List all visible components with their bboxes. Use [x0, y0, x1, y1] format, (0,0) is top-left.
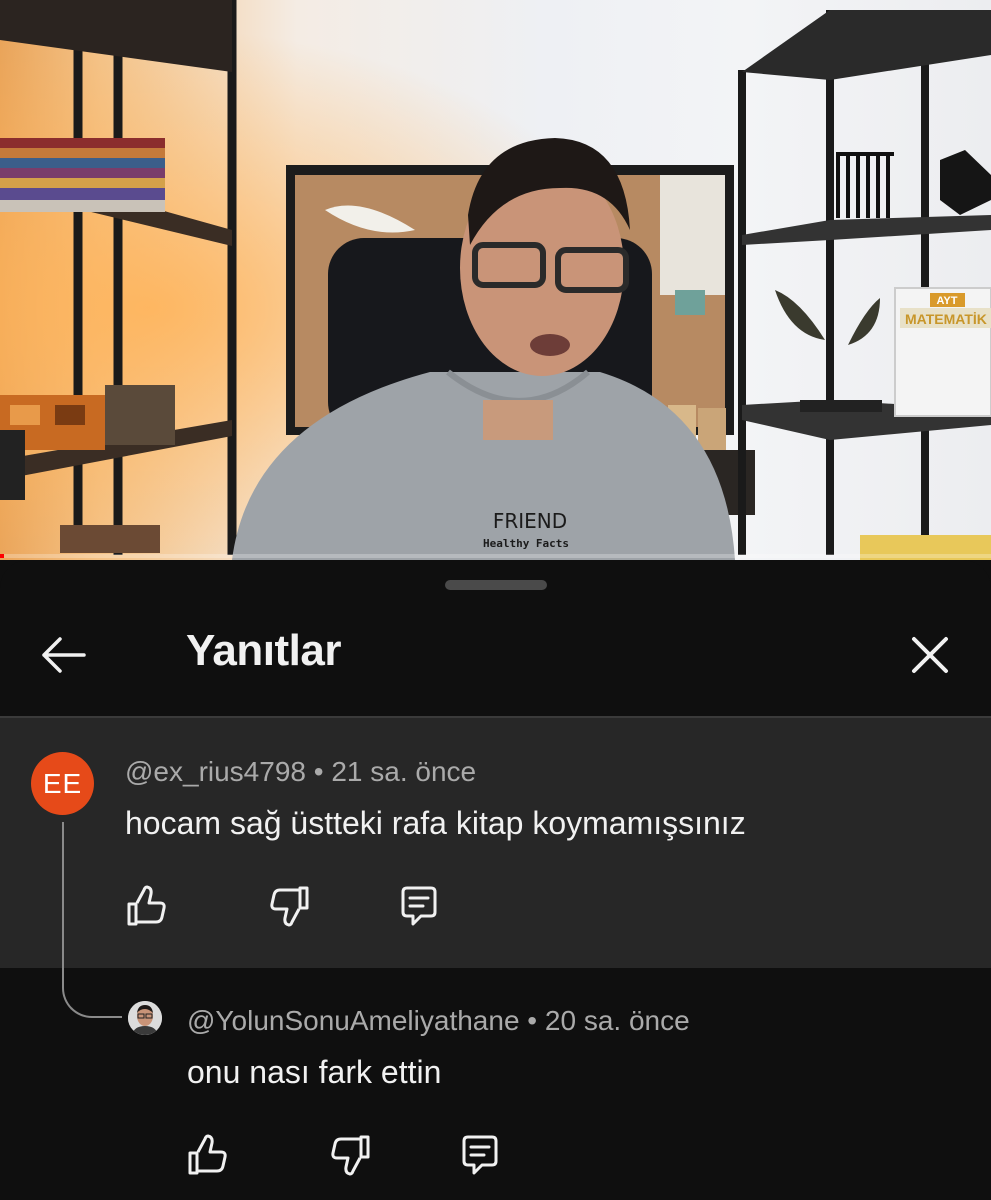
- reply-button[interactable]: [389, 878, 449, 934]
- wings-base: [800, 400, 882, 412]
- drag-handle[interactable]: [445, 580, 547, 590]
- reply-text: onu nası fark ettin: [187, 1054, 442, 1090]
- video-player[interactable]: AYT MATEMATİK FRIEND Healthy Facts: [0, 0, 991, 560]
- art-window: [660, 175, 725, 295]
- reply-icon: [401, 886, 437, 926]
- art-plant-pot: [675, 290, 705, 315]
- reply-author[interactable]: @YolunSonuAmeliyathane: [187, 1005, 520, 1036]
- reply-icon: [462, 1135, 498, 1175]
- avatar[interactable]: EE: [31, 752, 94, 815]
- app-root: AYT MATEMATİK FRIEND Healthy Facts Yanıt…: [0, 0, 991, 1200]
- math-book: AYT MATEMATİK: [894, 287, 991, 417]
- meta-separator: •: [313, 756, 324, 787]
- like-icon: [188, 1134, 227, 1175]
- math-book-top-label: AYT: [937, 295, 958, 307]
- dislike-button[interactable]: [261, 878, 321, 934]
- meta-separator: •: [527, 1005, 538, 1036]
- reply-time: 20 sa. önce: [544, 1005, 690, 1036]
- sheet-header: Yanıtlar: [0, 600, 991, 716]
- shirt-print-title: FRIEND: [493, 509, 567, 533]
- comment-time: 21 sa. önce: [331, 756, 477, 787]
- dislike-icon: [331, 1135, 370, 1176]
- comment-text: hocam sağ üstteki rafa kitap koymamışsın…: [125, 805, 746, 841]
- comment-author[interactable]: @ex_rius4798: [125, 756, 306, 787]
- like-button[interactable]: [115, 878, 175, 934]
- video-progress-fill: [0, 554, 4, 558]
- avatar-photo-image: [128, 1001, 162, 1035]
- math-book-title: MATEMATİK: [905, 311, 987, 327]
- avatar-initials: EE: [42, 767, 83, 799]
- like-icon: [127, 885, 166, 926]
- comment-meta: @ex_rius4798 • 21 sa. önce: [125, 756, 476, 788]
- close-button[interactable]: [898, 630, 962, 680]
- video-progress-bar[interactable]: [0, 554, 991, 558]
- reply-like-button[interactable]: [176, 1127, 236, 1183]
- user-photo-avatar[interactable]: [128, 1001, 162, 1035]
- reply-meta: @YolunSonuAmeliyathane • 20 sa. önce: [187, 1005, 690, 1037]
- reply-reply-button[interactable]: [450, 1127, 510, 1183]
- dislike-icon: [270, 886, 309, 927]
- left-box: [60, 525, 160, 553]
- video-frame: AYT MATEMATİK FRIEND Healthy Facts: [0, 0, 991, 560]
- shirt-print-subtitle: Healthy Facts: [483, 537, 569, 550]
- left-books: [0, 138, 165, 212]
- reply-dislike-button[interactable]: [322, 1127, 382, 1183]
- arrow-left-icon: [42, 637, 86, 673]
- back-button[interactable]: [34, 630, 92, 680]
- close-icon: [912, 637, 948, 673]
- thread-connector: [62, 822, 122, 1018]
- sheet-title: Yanıtlar: [186, 626, 341, 675]
